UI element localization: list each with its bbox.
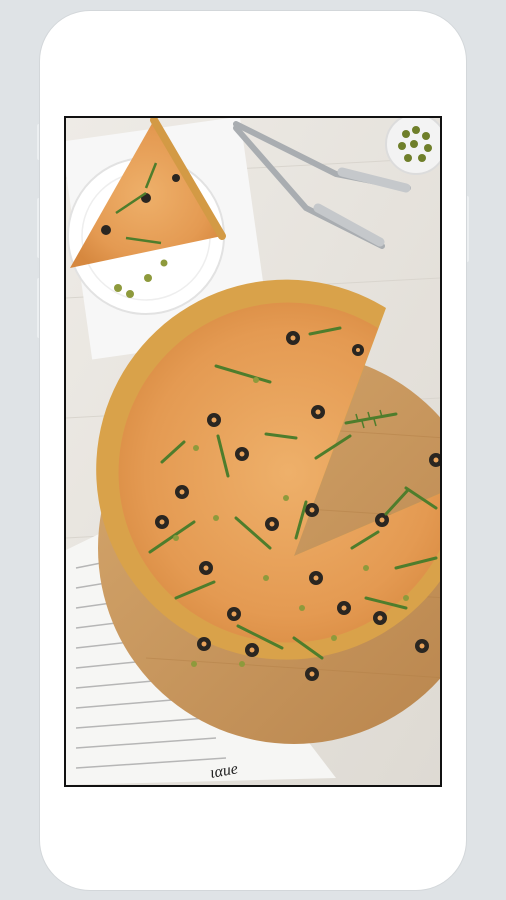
pizza-photo: ιαue [66,118,440,785]
app-screen[interactable]: ιαue [64,116,442,787]
capers-bowl [385,118,440,175]
